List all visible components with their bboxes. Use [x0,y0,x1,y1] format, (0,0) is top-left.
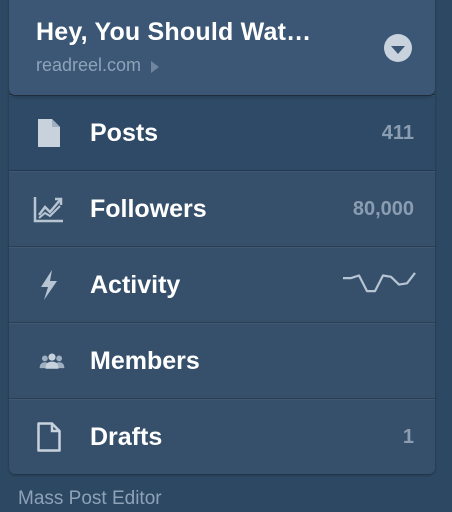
menu-item-members[interactable]: Members [9,322,435,399]
page-icon [33,117,65,149]
right-triangle-icon [151,60,160,73]
menu-item-label: Activity [90,271,181,299]
menu-item-label: Drafts [90,423,163,451]
menu-item-label: Members [90,347,200,375]
blog-url-link[interactable]: readreel.com [36,55,160,76]
menu-item-label: Posts [90,119,159,147]
mass-post-editor-link[interactable]: Mass Post Editor [18,488,162,510]
menu-item-activity[interactable]: Activity [9,246,435,323]
drafts-count: 1 [402,426,414,448]
blog-title[interactable]: Hey, You Should Wat… [36,18,311,47]
lightning-icon [33,269,65,301]
people-icon [33,345,65,377]
menu-item-posts[interactable]: Posts 411 [9,94,435,171]
followers-count: 80,000 [352,198,414,220]
menu-item-label: Followers [90,195,207,223]
menu-item-drafts[interactable]: Drafts 1 [9,398,435,474]
menu-item-followers[interactable]: Followers 80,000 [9,170,435,247]
posts-count: 411 [381,122,414,144]
trend-chart-icon [33,193,65,225]
blank-page-icon [33,421,65,453]
blog-header[interactable]: Hey, You Should Wat… readreel.com [9,0,435,95]
blog-menu-panel: Hey, You Should Wat… readreel.com Posts … [9,0,435,474]
activity-sparkline [343,272,416,293]
blog-url-text[interactable]: readreel.com [36,55,141,76]
chevron-down-circle-icon[interactable] [384,34,412,62]
